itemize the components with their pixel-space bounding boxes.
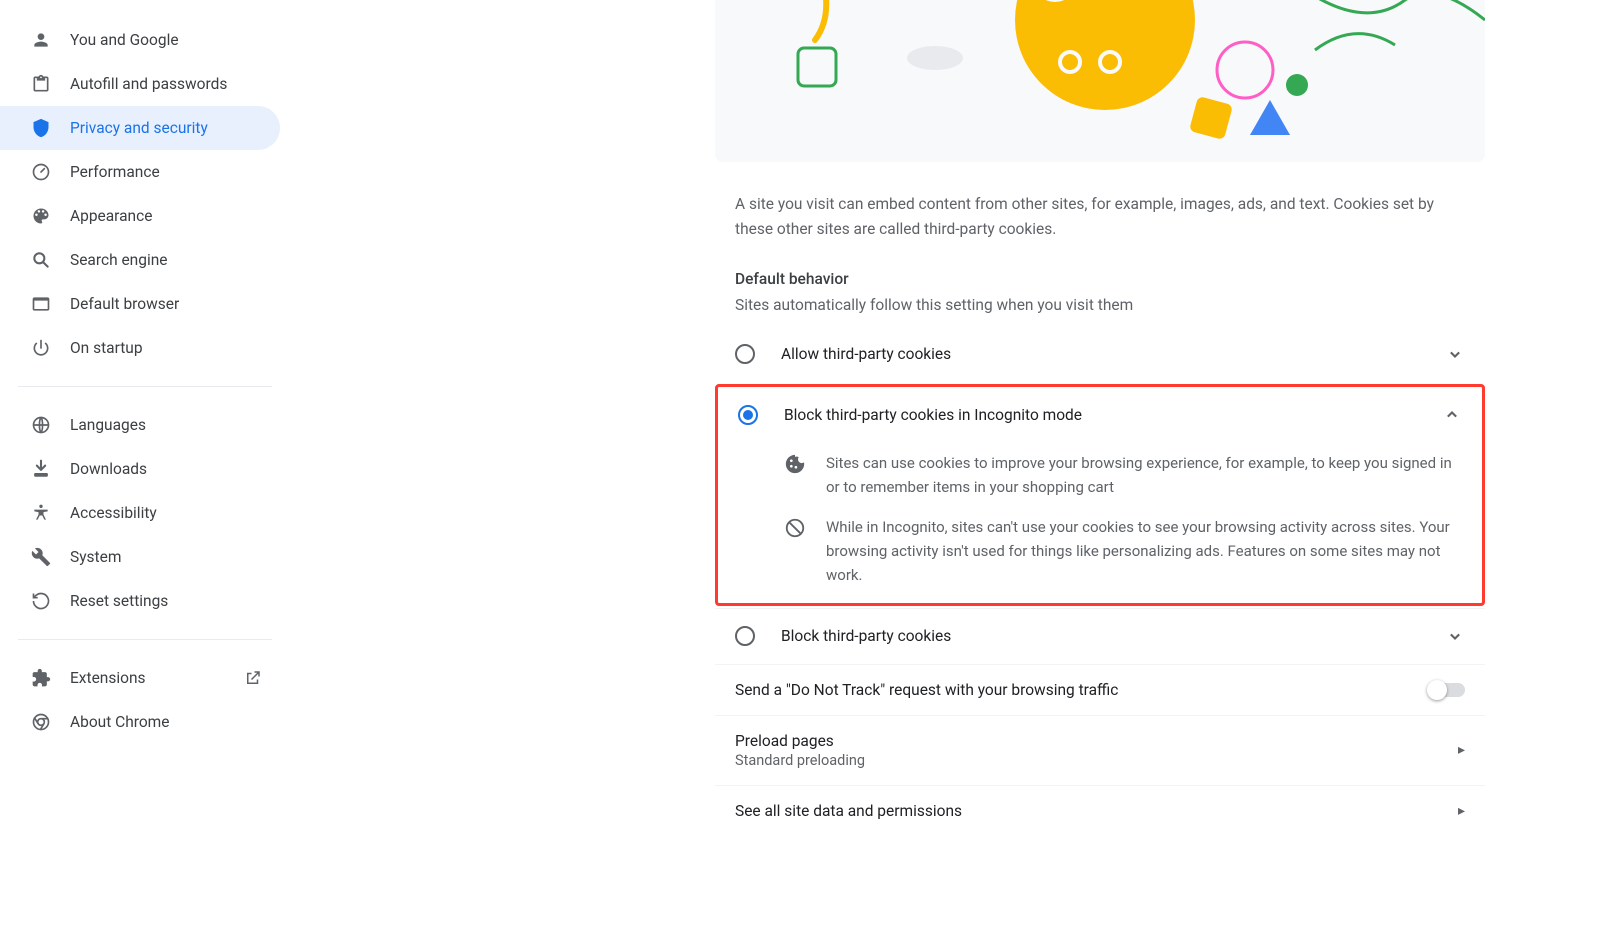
sidebar-item-autofill[interactable]: Autofill and passwords bbox=[0, 62, 280, 106]
setting-preload-pages[interactable]: Preload pages Standard preloading ▸ bbox=[715, 715, 1485, 785]
sidebar-item-downloads[interactable]: Downloads bbox=[0, 447, 280, 491]
chrome-icon bbox=[30, 711, 52, 733]
sidebar-item-about-chrome[interactable]: About Chrome bbox=[0, 700, 280, 744]
default-behavior-subheader: Sites automatically follow this setting … bbox=[715, 292, 1485, 326]
sidebar-item-system[interactable]: System bbox=[0, 535, 280, 579]
sidebar-item-default-browser[interactable]: Default browser bbox=[0, 282, 280, 326]
sidebar-item-accessibility[interactable]: Accessibility bbox=[0, 491, 280, 535]
setting-do-not-track[interactable]: Send a "Do Not Track" request with your … bbox=[715, 664, 1485, 715]
section-description: A site you visit can embed content from … bbox=[715, 162, 1485, 262]
sidebar-item-label: Autofill and passwords bbox=[70, 75, 262, 93]
block-icon bbox=[784, 517, 806, 539]
main-content-area: A site you visit can embed content from … bbox=[290, 0, 1600, 934]
power-icon bbox=[30, 337, 52, 359]
sidebar-item-label: Languages bbox=[70, 416, 262, 434]
option-label: Block third-party cookies bbox=[781, 627, 1419, 645]
sidebar-item-search-engine[interactable]: Search engine bbox=[0, 238, 280, 282]
external-link-icon bbox=[244, 669, 262, 687]
sidebar-item-label: Default browser bbox=[70, 295, 262, 313]
setting-text: Preload pages Standard preloading bbox=[735, 732, 1442, 769]
search-icon bbox=[30, 249, 52, 271]
toggle-off[interactable] bbox=[1429, 683, 1465, 697]
option-label: Allow third-party cookies bbox=[781, 345, 1419, 363]
sidebar-item-label: Privacy and security bbox=[70, 119, 262, 137]
setting-title: See all site data and permissions bbox=[735, 802, 1442, 820]
settings-content: A site you visit can embed content from … bbox=[715, 0, 1485, 934]
option-block-all[interactable]: Block third-party cookies bbox=[715, 608, 1485, 664]
sidebar-divider bbox=[18, 639, 272, 640]
setting-text: See all site data and permissions bbox=[735, 802, 1442, 820]
sidebar-item-label: On startup bbox=[70, 339, 262, 357]
highlighted-option-box: Block third-party cookies in Incognito m… bbox=[715, 384, 1485, 606]
option-label: Block third-party cookies in Incognito m… bbox=[784, 406, 1416, 424]
option-block-incognito[interactable]: Block third-party cookies in Incognito m… bbox=[718, 387, 1482, 443]
setting-title: Preload pages bbox=[735, 732, 1442, 750]
detail-incognito-block: While in Incognito, sites can't use your… bbox=[718, 507, 1482, 603]
chevron-down-icon[interactable] bbox=[1445, 344, 1465, 364]
arrow-right-icon: ▸ bbox=[1458, 742, 1465, 758]
hero-illustration bbox=[715, 0, 1485, 162]
wrench-icon bbox=[30, 546, 52, 568]
radio-unselected[interactable] bbox=[735, 626, 755, 646]
arrow-right-icon: ▸ bbox=[1458, 803, 1465, 819]
sidebar-item-privacy-security[interactable]: Privacy and security bbox=[0, 106, 280, 150]
sidebar-item-label: Accessibility bbox=[70, 504, 262, 522]
setting-title: Send a "Do Not Track" request with your … bbox=[735, 681, 1413, 699]
speedometer-icon bbox=[30, 161, 52, 183]
palette-icon bbox=[30, 205, 52, 227]
detail-cookie-use: Sites can use cookies to improve your br… bbox=[718, 443, 1482, 507]
option-allow-third-party[interactable]: Allow third-party cookies bbox=[715, 326, 1485, 382]
setting-text: Send a "Do Not Track" request with your … bbox=[735, 681, 1413, 699]
sidebar-item-label: Search engine bbox=[70, 251, 262, 269]
sidebar-item-on-startup[interactable]: On startup bbox=[0, 326, 280, 370]
detail-text: Sites can use cookies to improve your br… bbox=[826, 451, 1462, 499]
person-icon bbox=[30, 29, 52, 51]
sidebar-item-label: About Chrome bbox=[70, 713, 262, 731]
sidebar-item-label: System bbox=[70, 548, 262, 566]
setting-subtitle: Standard preloading bbox=[735, 752, 1442, 769]
chevron-up-icon[interactable] bbox=[1442, 405, 1462, 425]
settings-sidebar: You and Google Autofill and passwords Pr… bbox=[0, 0, 290, 934]
download-icon bbox=[30, 458, 52, 480]
sidebar-item-label: Extensions bbox=[70, 669, 226, 687]
accessibility-icon bbox=[30, 502, 52, 524]
cookie-icon bbox=[784, 453, 806, 475]
sidebar-item-reset[interactable]: Reset settings bbox=[0, 579, 280, 623]
chevron-down-icon[interactable] bbox=[1445, 626, 1465, 646]
sidebar-group-bottom: Extensions About Chrome bbox=[0, 650, 290, 750]
reset-icon bbox=[30, 590, 52, 612]
extension-icon bbox=[30, 667, 52, 689]
detail-text: While in Incognito, sites can't use your… bbox=[826, 515, 1462, 587]
setting-site-data[interactable]: See all site data and permissions ▸ bbox=[715, 785, 1485, 836]
sidebar-item-label: Downloads bbox=[70, 460, 262, 478]
sidebar-item-label: Performance bbox=[70, 163, 262, 181]
sidebar-divider bbox=[18, 386, 272, 387]
clipboard-icon bbox=[30, 73, 52, 95]
sidebar-group-main: You and Google Autofill and passwords Pr… bbox=[0, 12, 290, 376]
sidebar-item-extensions[interactable]: Extensions bbox=[0, 656, 280, 700]
radio-selected[interactable] bbox=[738, 405, 758, 425]
radio-unselected[interactable] bbox=[735, 344, 755, 364]
sidebar-item-you-and-google[interactable]: You and Google bbox=[0, 18, 280, 62]
browser-icon bbox=[30, 293, 52, 315]
sidebar-item-appearance[interactable]: Appearance bbox=[0, 194, 280, 238]
sidebar-item-label: Appearance bbox=[70, 207, 262, 225]
globe-icon bbox=[30, 414, 52, 436]
shield-icon bbox=[30, 117, 52, 139]
sidebar-item-performance[interactable]: Performance bbox=[0, 150, 280, 194]
default-behavior-header: Default behavior bbox=[715, 262, 1485, 292]
sidebar-item-label: Reset settings bbox=[70, 592, 262, 610]
sidebar-item-languages[interactable]: Languages bbox=[0, 403, 280, 447]
sidebar-group-advanced: Languages Downloads Accessibility System… bbox=[0, 397, 290, 629]
sidebar-item-label: You and Google bbox=[70, 31, 262, 49]
